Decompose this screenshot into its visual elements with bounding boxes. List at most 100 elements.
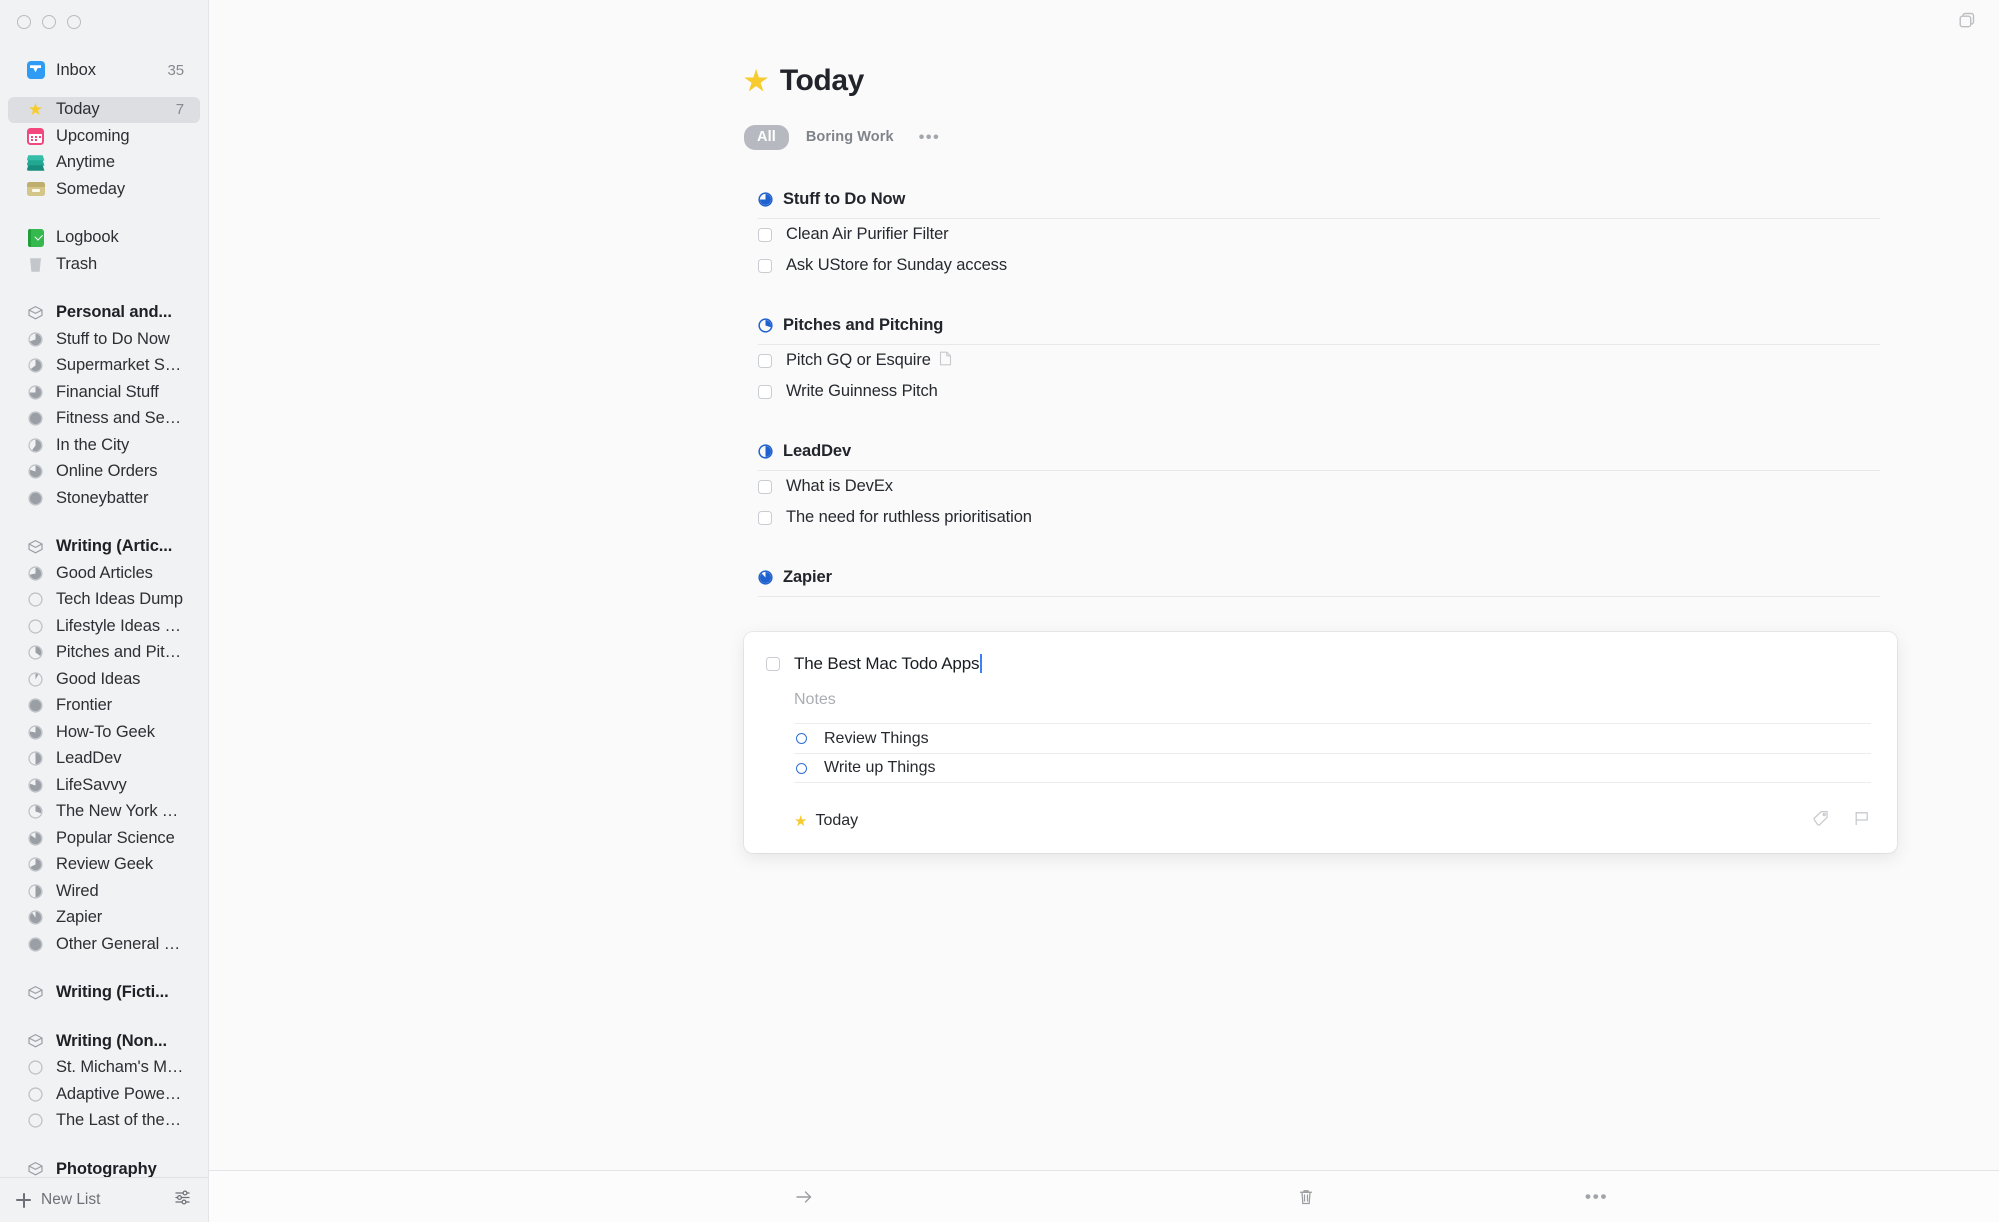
sidebar-project-2-7[interactable]: How-To Geek: [8, 719, 200, 746]
checklist-item[interactable]: Write up Things: [794, 753, 1871, 783]
project-progress-icon: [26, 330, 45, 349]
sidebar-area-2[interactable]: Writing (Artic...: [8, 534, 200, 561]
sidebar-item-label: Today: [56, 100, 100, 119]
move-button[interactable]: [793, 1186, 815, 1208]
project-progress-icon: [26, 723, 45, 742]
window-duplicate-icon[interactable]: [1957, 10, 1977, 35]
task-title[interactable]: The Best Mac Todo Apps: [794, 654, 984, 674]
sidebar-item-trash[interactable]: Trash: [8, 251, 200, 278]
sidebar-item-someday[interactable]: Someday: [8, 176, 200, 203]
task-row[interactable]: What is DevEx: [209, 471, 1999, 502]
sidebar-item-anytime[interactable]: Anytime: [8, 150, 200, 177]
tag-icon[interactable]: [1811, 809, 1830, 833]
plus-icon: [16, 1192, 31, 1208]
sidebar-project-4-1[interactable]: St. Micham's Mu...: [8, 1055, 200, 1082]
task-checkbox[interactable]: [758, 384, 772, 399]
checklist-item[interactable]: Review Things: [794, 723, 1871, 753]
sidebar-project-2-4[interactable]: Pitches and Pitch...: [8, 640, 200, 667]
sidebar-area-label: Photography: [56, 1159, 157, 1177]
task-checkbox[interactable]: [758, 353, 772, 368]
content-scroll[interactable]: ★ Today All Boring Work ••• Stuff to Do …: [209, 44, 1999, 1170]
project-progress-icon: [26, 564, 45, 583]
task-group-header[interactable]: Stuff to Do Now: [209, 190, 1999, 209]
new-list-button[interactable]: New List: [16, 1191, 100, 1209]
task-checkbox[interactable]: [758, 479, 772, 494]
sidebar-project-2-3[interactable]: Lifestyle Ideas Du...: [8, 613, 200, 640]
checklist-checkbox[interactable]: [796, 762, 807, 774]
sidebar-project-2-13[interactable]: Wired: [8, 878, 200, 905]
sidebar-project-label: Adaptive Powerlif...: [56, 1084, 184, 1103]
task-detail-card[interactable]: The Best Mac Todo Apps Notes Review Thin…: [744, 632, 1897, 853]
task-checkbox[interactable]: [758, 510, 772, 525]
task-label: Pitch GQ or Esquire: [786, 351, 931, 369]
sidebar-area-4[interactable]: Writing (Non...: [8, 1028, 200, 1055]
checklist-checkbox[interactable]: [796, 733, 807, 744]
sidebar-scroll[interactable]: Inbox 35 ★ Today 7 Upcoming Anytime Some…: [0, 44, 208, 1177]
task-row[interactable]: Clean Air Purifier Filter: [209, 219, 1999, 250]
sidebar-project-2-12[interactable]: Review Geek: [8, 852, 200, 879]
sidebar-item-logbook[interactable]: Logbook: [8, 225, 200, 252]
sidebar-project-2-5[interactable]: Good Ideas: [8, 666, 200, 693]
project-progress-icon: [26, 617, 45, 636]
sidebar-item-inbox[interactable]: Inbox 35: [8, 57, 200, 84]
sidebar-project-2-9[interactable]: LifeSavvy: [8, 772, 200, 799]
sidebar-project-1-2[interactable]: Supermarket Sho...: [8, 353, 200, 380]
task-group-1: Stuff to Do Now Clean Air Purifier Filter…: [209, 190, 1999, 281]
task-label: Ask UStore for Sunday access: [786, 256, 1007, 274]
sidebar-project-2-11[interactable]: Popular Science: [8, 825, 200, 852]
sidebar-project-2-6[interactable]: Frontier: [8, 693, 200, 720]
task-row[interactable]: Pitch GQ or Esquire: [209, 345, 1999, 376]
task-group-header[interactable]: Pitches and Pitching: [209, 316, 1999, 335]
sidebar-project-label: How-To Geek: [56, 722, 155, 741]
sidebar-item-upcoming[interactable]: Upcoming: [8, 123, 200, 150]
sidebar-item-today[interactable]: ★ Today 7: [8, 96, 200, 123]
task-row[interactable]: Write Guinness Pitch: [209, 376, 1999, 407]
close-button[interactable]: [17, 15, 31, 29]
sidebar-project-1-4[interactable]: Fitness and Self I...: [8, 406, 200, 433]
more-button[interactable]: •••: [1585, 1187, 1608, 1207]
project-progress-icon: [26, 489, 45, 508]
sidebar-project-2-14[interactable]: Zapier: [8, 905, 200, 932]
task-row[interactable]: Ask UStore for Sunday access: [209, 250, 1999, 281]
filter-chip-boring-work[interactable]: Boring Work: [798, 125, 902, 150]
sidebar-footer: New List: [0, 1177, 208, 1222]
sidebar-project-1-1[interactable]: Stuff to Do Now: [8, 326, 200, 353]
task-group-header[interactable]: LeadDev: [209, 442, 1999, 461]
sidebar-project-1-5[interactable]: In the City: [8, 432, 200, 459]
task-checkbox[interactable]: [758, 227, 772, 242]
sidebar-project-1-3[interactable]: Financial Stuff: [8, 379, 200, 406]
sliders-icon[interactable]: [173, 1188, 192, 1212]
ellipsis-icon[interactable]: •••: [911, 129, 949, 146]
sidebar-area-5[interactable]: Photography: [8, 1156, 200, 1177]
delete-button[interactable]: [1296, 1187, 1316, 1207]
project-progress-icon: [26, 670, 45, 689]
notes-field[interactable]: Notes: [794, 691, 1871, 709]
traffic-lights: [0, 0, 208, 44]
task-group-3: LeadDev What is DevEx The need for ruthles…: [209, 442, 1999, 533]
filter-chip-all[interactable]: All: [744, 125, 789, 150]
area-icon: [26, 537, 45, 556]
sidebar-project-4-3[interactable]: The Last of the S...: [8, 1108, 200, 1135]
minimize-button[interactable]: [42, 15, 56, 29]
flag-icon[interactable]: [1852, 809, 1871, 833]
sidebar-area-1[interactable]: Personal and...: [8, 300, 200, 327]
zoom-button[interactable]: [67, 15, 81, 29]
task-checkbox[interactable]: [766, 657, 780, 671]
sidebar-project-1-6[interactable]: Online Orders: [8, 459, 200, 486]
when-button[interactable]: ★ Today: [794, 812, 858, 830]
sidebar-project-2-15[interactable]: Other General Wr...: [8, 931, 200, 958]
sidebar-project-2-8[interactable]: LeadDev: [8, 746, 200, 773]
sidebar-project-4-2[interactable]: Adaptive Powerlif...: [8, 1081, 200, 1108]
task-checkbox[interactable]: [758, 258, 772, 273]
task-label: The need for ruthless prioritisation: [786, 508, 1032, 526]
sidebar-area-3[interactable]: Writing (Ficti...: [8, 980, 200, 1007]
sidebar-project-2-1[interactable]: Good Articles: [8, 560, 200, 587]
sidebar-project-2-2[interactable]: Tech Ideas Dump: [8, 587, 200, 614]
task-group-header[interactable]: Zapier: [209, 568, 1999, 587]
page-title-text: Today: [779, 64, 865, 97]
sidebar-project-2-10[interactable]: The New York Ti...: [8, 799, 200, 826]
task-row[interactable]: The need for ruthless prioritisation: [209, 502, 1999, 533]
sidebar-project-1-7[interactable]: Stoneybatter: [8, 485, 200, 512]
